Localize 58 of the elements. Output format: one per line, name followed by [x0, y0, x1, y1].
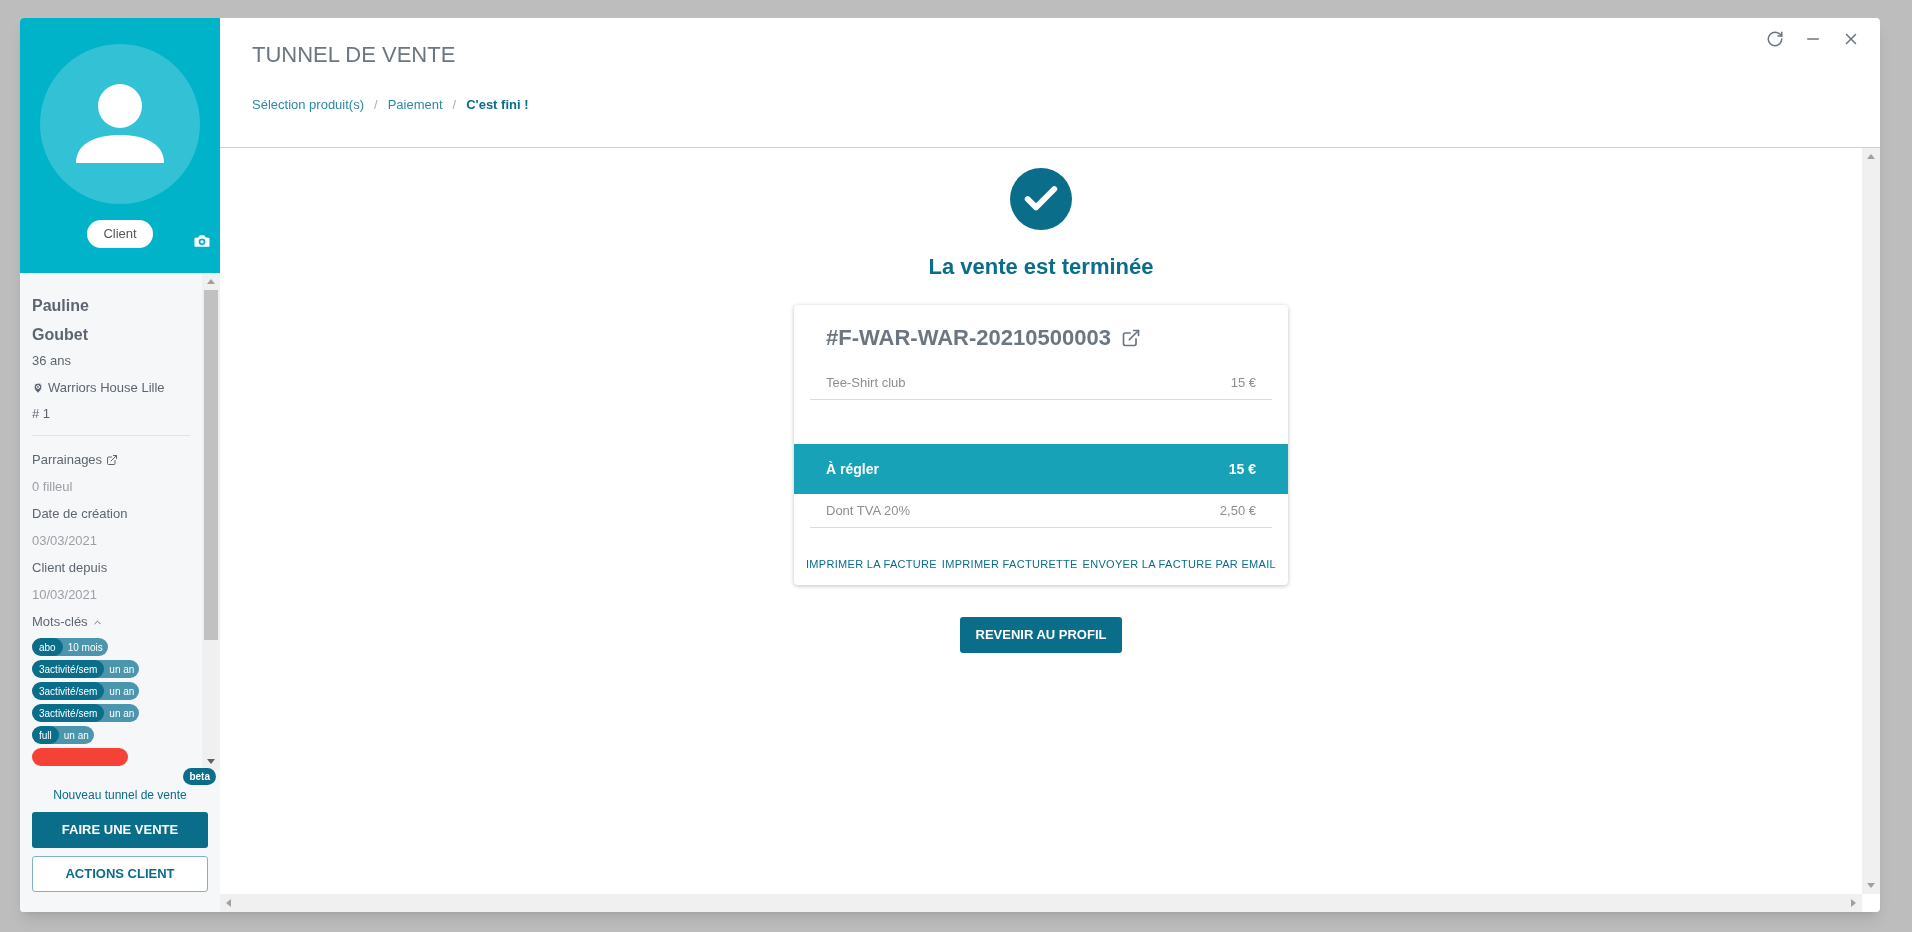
scrollbar[interactable] [202, 273, 220, 770]
tag-label: 3activité/sem [32, 682, 105, 700]
tag-value: un an [108, 662, 136, 677]
breadcrumb-separator: / [374, 96, 378, 114]
modal-title: TUNNEL DE VENTE [252, 41, 456, 69]
external-link-icon[interactable] [106, 453, 119, 466]
tag-label: 3activité/sem [32, 704, 105, 722]
new-sales-tunnel-label: Nouveau tunnel de vente [53, 787, 187, 804]
client-age: 36 ans [32, 352, 73, 370]
detail-label: Client depuis [32, 559, 108, 577]
client-actions-button[interactable]: ACTIONS CLIENT [32, 856, 208, 892]
detail-value: 03/03/2021 [32, 532, 99, 550]
tag-value: un an [108, 684, 136, 699]
tag-value: un an [62, 728, 90, 743]
tag-label: 3activité/sem [32, 660, 105, 678]
detail-label[interactable]: Parrainages [32, 446, 103, 473]
scroll-down-icon[interactable] [1867, 883, 1875, 888]
client-number: # 1 [32, 405, 52, 423]
detail-value: 0 filleul [32, 478, 74, 496]
breadcrumb-separator: / [452, 96, 457, 114]
invoice-action-button[interactable]: ENVOYER LA FACTURE PAR EMAIL [1082, 556, 1276, 573]
client-badge: Client [87, 220, 153, 248]
scroll-down-icon[interactable] [207, 759, 215, 764]
tag-label: full [32, 726, 59, 744]
total-amount: 15 € [1228, 459, 1256, 479]
tag-value: un an [108, 706, 136, 721]
breadcrumb-item[interactable]: Sélection produit(s) [252, 95, 364, 115]
invoice-action-button[interactable]: IMPRIMER LA FACTURE [806, 556, 937, 573]
client-last-name: Goubet [32, 325, 89, 345]
location-icon [32, 382, 44, 394]
scrollbar[interactable] [1862, 148, 1880, 894]
total-label: À régler [826, 459, 879, 479]
invoice-number: #F-WAR-WAR-20210500003 [826, 324, 1111, 352]
line-label: Dont TVA 20% [826, 501, 911, 520]
external-link-icon[interactable] [1120, 327, 1141, 348]
make-sale-button[interactable]: FAIRE UNE VENTE [32, 812, 208, 848]
breadcrumb-item[interactable]: Paiement [387, 95, 443, 115]
line-amount: 15 € [1230, 373, 1256, 392]
scroll-right-icon[interactable] [1851, 899, 1856, 907]
breadcrumb-item[interactable]: C'est fini ! [466, 95, 529, 115]
back-to-profile-button[interactable]: REVENIR AU PROFIL [959, 616, 1123, 653]
beta-badge: beta [183, 768, 216, 785]
horizontal-scrollbar[interactable] [220, 894, 1862, 912]
scroll-left-icon[interactable] [226, 899, 231, 907]
line-amount: 2,50 € [1219, 501, 1256, 520]
client-first-name: Pauline [32, 296, 90, 316]
keywords-label[interactable]: Mots-clés [32, 608, 88, 636]
success-message: La vente est terminée [928, 253, 1154, 281]
scroll-up-icon[interactable] [1867, 154, 1875, 159]
tag-value: 10 mois [66, 640, 104, 655]
scroll-up-icon[interactable] [207, 279, 215, 284]
tag-label: abo [32, 638, 63, 656]
detail-label: Date de création [32, 505, 128, 523]
detail-value: 10/03/2021 [32, 586, 99, 604]
line-label: Tee-Shirt club [826, 373, 906, 392]
refresh-icon[interactable] [1766, 30, 1784, 48]
client-location: Warriors House Lille [48, 379, 165, 397]
invoice-action-button[interactable]: IMPRIMER FACTURETTE [941, 556, 1078, 573]
